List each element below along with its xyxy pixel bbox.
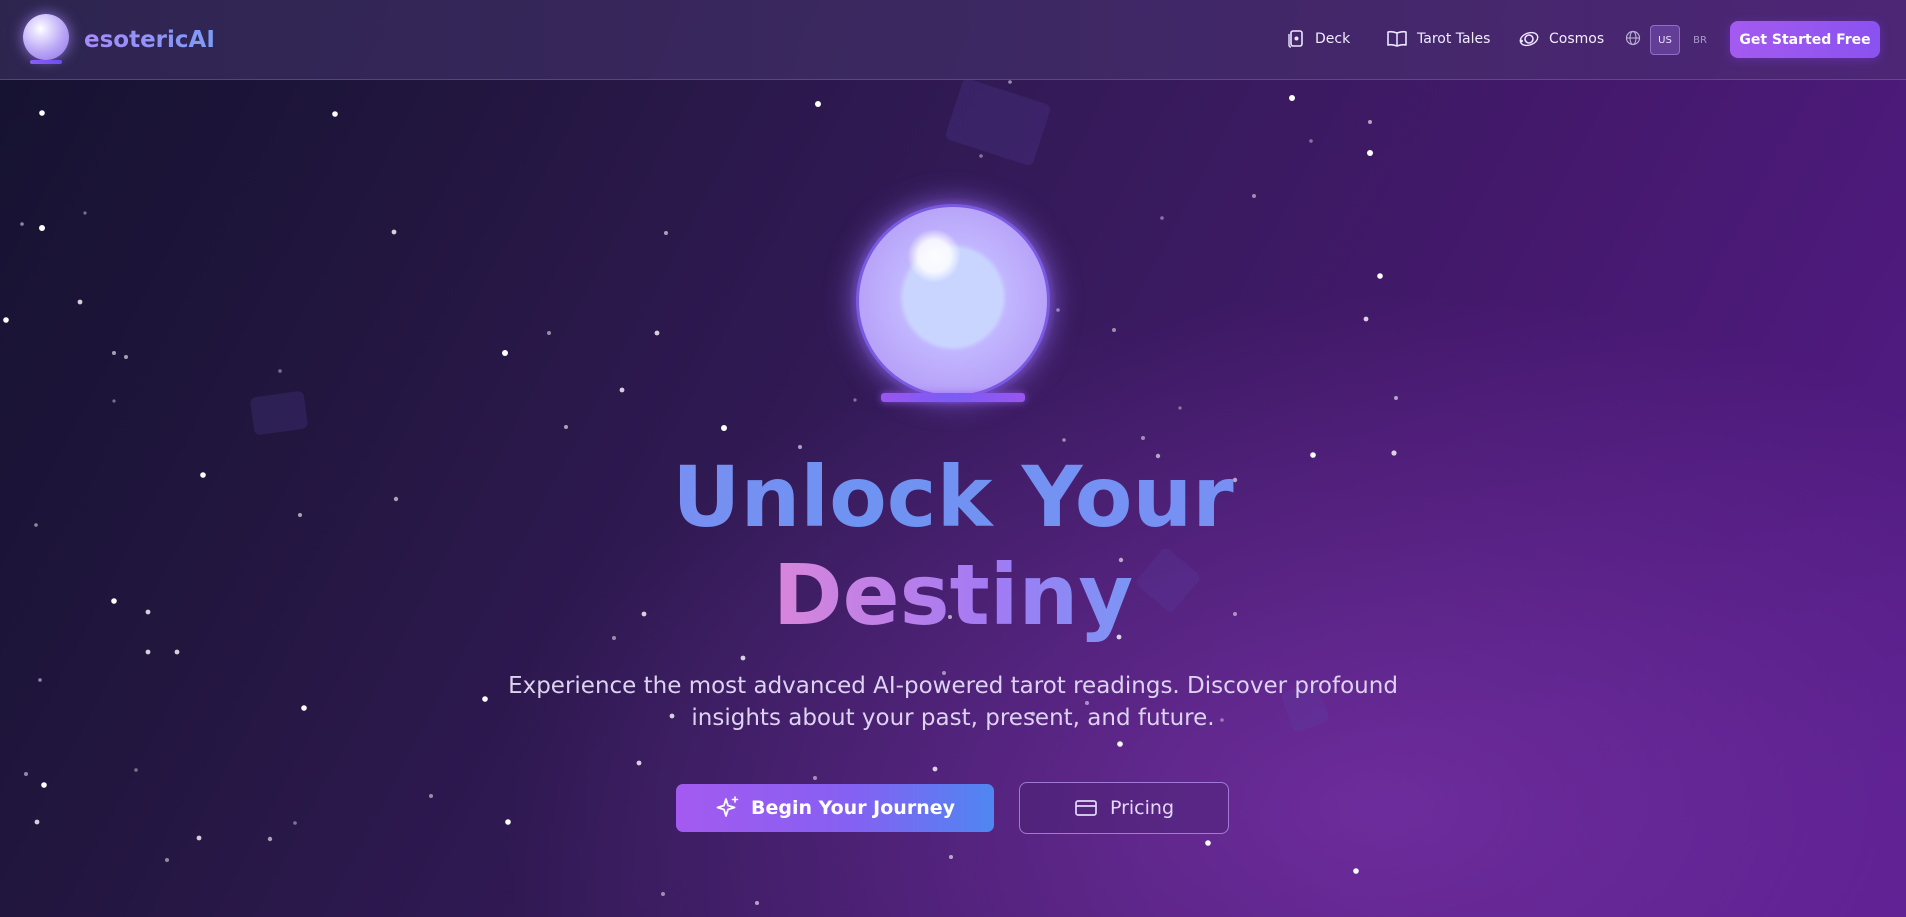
star: [278, 369, 282, 373]
star: [636, 760, 642, 766]
star: [1178, 406, 1182, 410]
orbit-icon: [1519, 31, 1539, 47]
star: [654, 330, 660, 336]
star: [740, 655, 746, 661]
get-started-button[interactable]: Get Started Free: [1730, 21, 1880, 58]
star: [34, 819, 40, 825]
star: [38, 678, 42, 682]
nav-item-label: Deck: [1315, 31, 1351, 47]
hero-subtitle: Experience the most advanced AI-powered …: [508, 673, 1398, 731]
brand-name: esotericAI: [84, 27, 215, 53]
star: [755, 901, 759, 905]
hero-crystal-ball-icon: [850, 198, 1056, 408]
book-icon: [1387, 30, 1407, 47]
star: [39, 225, 45, 231]
begin-journey-button[interactable]: Begin Your Journey: [676, 784, 994, 832]
nav-item-label: Cosmos: [1549, 31, 1605, 47]
star: [39, 110, 45, 116]
star: [3, 317, 9, 323]
star: [979, 154, 983, 158]
star: [932, 766, 938, 772]
floating-card-decoration: [944, 77, 1052, 167]
star: [661, 892, 665, 896]
nav-item-label: Tarot Tales: [1417, 31, 1491, 47]
star: [145, 649, 151, 655]
star: [1289, 95, 1295, 101]
star: [1377, 273, 1383, 279]
star: [1394, 396, 1398, 400]
star: [293, 821, 297, 825]
globe-icon: [1625, 30, 1641, 46]
star: [564, 425, 568, 429]
star: [20, 222, 24, 226]
star: [949, 855, 953, 859]
star: [664, 231, 668, 235]
star: [134, 768, 138, 772]
nav-item-cosmos[interactable]: Cosmos: [1518, 29, 1604, 49]
star: [1205, 840, 1211, 846]
star: [1363, 316, 1369, 322]
sparkles-icon: [716, 796, 739, 817]
star: [196, 835, 202, 841]
star: [24, 772, 28, 776]
star: [41, 782, 47, 788]
star: [332, 111, 338, 117]
star: [77, 299, 83, 305]
star: [813, 776, 817, 780]
star: [112, 351, 116, 355]
hero-title-line1: Unlock Your: [0, 448, 1906, 546]
star: [124, 355, 128, 359]
star: [1056, 308, 1060, 312]
nav-item-deck[interactable]: Deck: [1286, 29, 1350, 49]
card-deck-icon: [1288, 30, 1303, 48]
language-button-us[interactable]: US: [1650, 25, 1680, 55]
star: [1368, 120, 1372, 124]
begin-journey-label: Begin Your Journey: [750, 797, 956, 819]
star: [815, 101, 821, 107]
star: [1141, 436, 1145, 440]
star: [1367, 150, 1373, 156]
star: [721, 425, 727, 431]
star: [505, 819, 511, 825]
crystal-ball-icon: [22, 14, 72, 66]
star: [112, 399, 116, 403]
star: [547, 331, 551, 335]
top-navbar: esotericAI Deck Tarot Tales Cosmos US BR…: [0, 0, 1906, 80]
star: [619, 387, 625, 393]
nav-item-tarot-tales[interactable]: Tarot Tales: [1386, 29, 1490, 49]
language-button-br[interactable]: BR: [1686, 25, 1714, 55]
star: [502, 350, 508, 356]
pricing-label: Pricing: [1109, 797, 1175, 819]
star: [165, 858, 169, 862]
star: [301, 705, 307, 711]
star: [429, 794, 433, 798]
hero-title-line2: Destiny: [0, 546, 1906, 644]
star: [1008, 80, 1012, 84]
floating-card-decoration: [249, 390, 309, 436]
star: [1117, 741, 1123, 747]
star: [1062, 438, 1066, 442]
star: [1252, 194, 1256, 198]
credit-card-icon: [1075, 800, 1097, 816]
star: [1160, 216, 1164, 220]
hero-title: Unlock Your Destiny: [0, 448, 1906, 644]
star: [1353, 868, 1359, 874]
star: [482, 696, 488, 702]
pricing-button[interactable]: Pricing: [1019, 782, 1229, 834]
star: [1309, 139, 1313, 143]
star: [83, 211, 87, 215]
star: [391, 229, 397, 235]
brand-logo-link[interactable]: esotericAI: [22, 14, 215, 66]
star: [267, 836, 273, 842]
star: [174, 649, 180, 655]
star: [1112, 328, 1116, 332]
